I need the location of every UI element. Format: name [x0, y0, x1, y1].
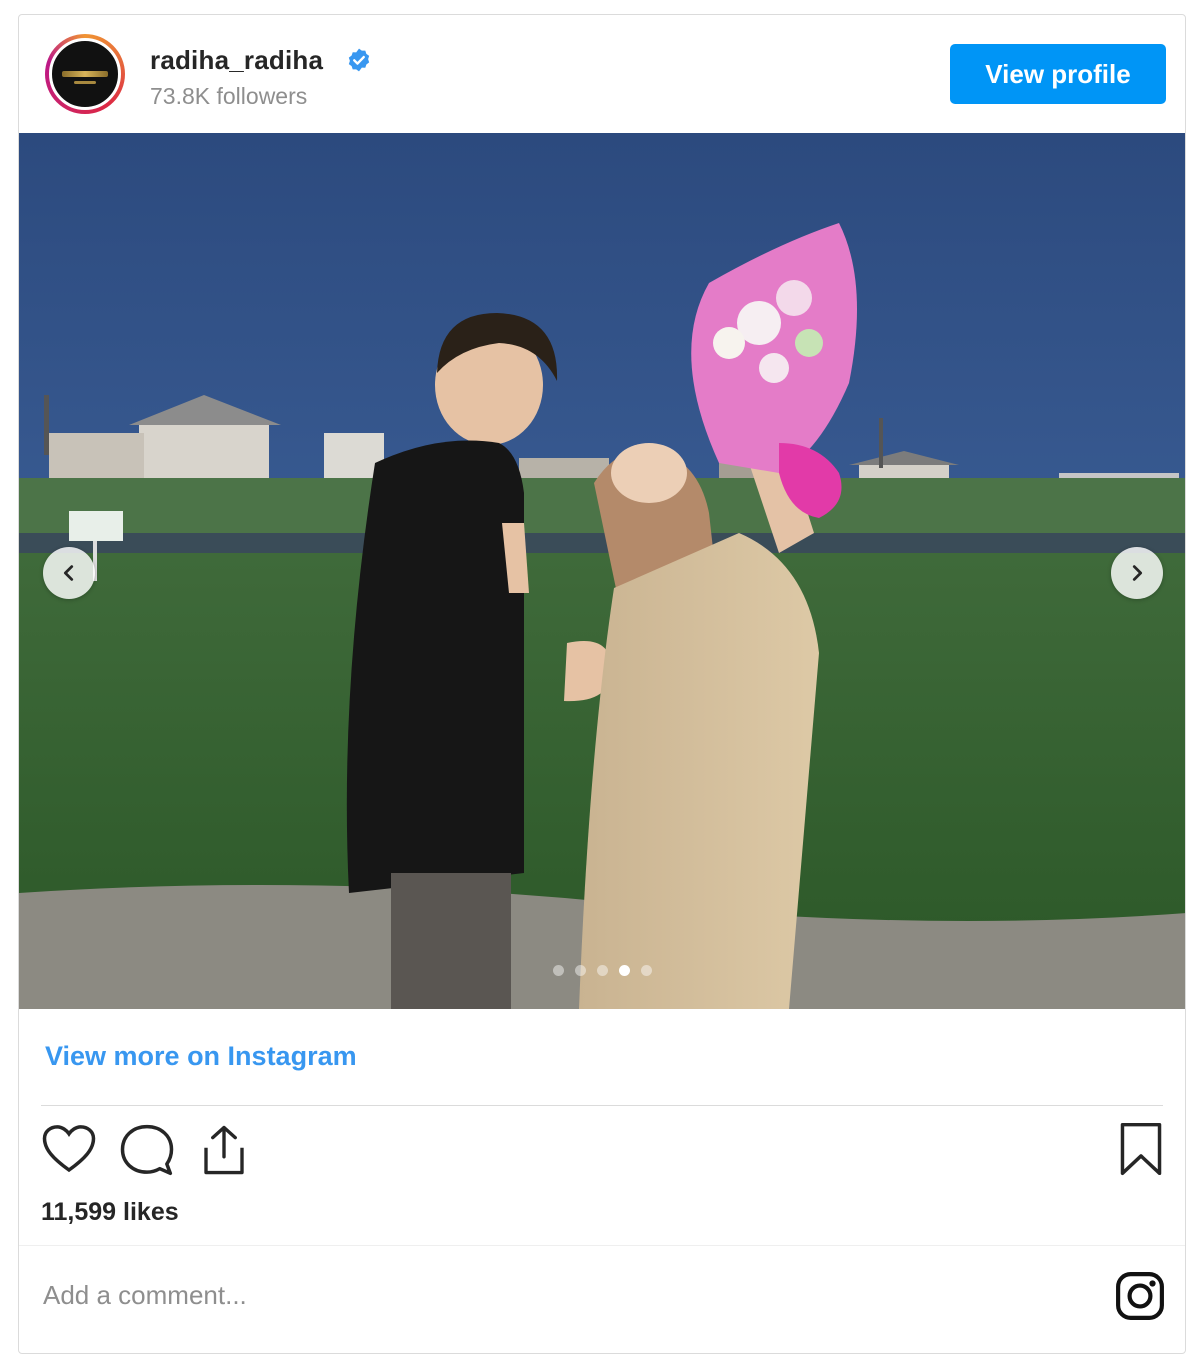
post-photo-image: [19, 133, 1185, 1009]
divider: [41, 1105, 1163, 1106]
previous-slide-button[interactable]: [43, 547, 95, 599]
next-slide-button[interactable]: [1111, 547, 1163, 599]
comment-input[interactable]: [41, 1271, 1105, 1319]
instagram-embed-card: radiha_radiha 73.8K followers View profi…: [18, 14, 1186, 1354]
comment-bubble-icon[interactable]: [119, 1123, 175, 1177]
carousel-dot: [597, 965, 608, 976]
heart-icon[interactable]: [41, 1123, 97, 1175]
view-profile-button[interactable]: View profile: [950, 44, 1166, 104]
carousel-dot-active: [619, 965, 630, 976]
post-photo[interactable]: [19, 133, 1185, 1009]
carousel-dot: [575, 965, 586, 976]
brand-logo-avatar-icon: [49, 38, 121, 110]
username[interactable]: radiha_radiha: [150, 45, 323, 76]
instagram-logo-icon[interactable]: [1115, 1271, 1165, 1321]
chevron-left-icon: [63, 565, 74, 581]
carousel-indicator: [553, 965, 652, 976]
bookmark-icon[interactable]: [1119, 1121, 1163, 1177]
followers-count: 73.8K followers: [150, 83, 308, 109]
avatar[interactable]: [45, 34, 125, 114]
verified-badge-icon: [348, 48, 370, 72]
view-more-link[interactable]: View more on Instagram: [45, 1041, 357, 1072]
share-icon[interactable]: [199, 1123, 249, 1177]
divider: [19, 1245, 1185, 1246]
carousel-dot: [641, 965, 652, 976]
carousel-dot: [553, 965, 564, 976]
likes-count: 11,599 likes: [41, 1198, 179, 1226]
chevron-right-icon: [1132, 565, 1143, 581]
